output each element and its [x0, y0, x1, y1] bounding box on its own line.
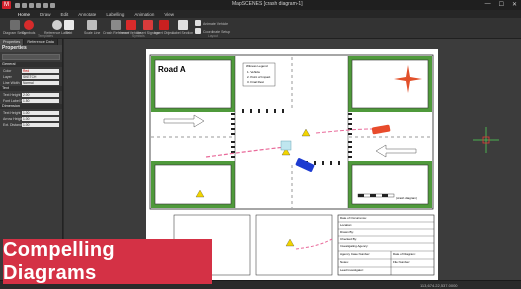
font-label-height-field[interactable]: 1.50 — [22, 98, 59, 103]
property-row: Line Width Normal — [0, 80, 62, 85]
svg-text:Checked By:: Checked By: — [340, 237, 357, 241]
property-row: Layer SKETCH — [0, 74, 62, 79]
scale-line-icon — [87, 20, 98, 30]
property-row: Text Height 1.00 — [0, 110, 62, 115]
svg-text:Date of Diagram:: Date of Diagram: — [393, 252, 416, 256]
coordinates-readout: 113,674.22,537.0000 — [420, 283, 458, 288]
app-window: M MapSCENES [crash diagram-1] — ☐ ✕ Home… — [0, 0, 521, 289]
label-section-icon — [177, 20, 188, 30]
text-icon — [64, 20, 74, 30]
insert-object-button[interactable]: Insert Object — [154, 20, 174, 35]
app-logo-icon[interactable]: M — [2, 1, 11, 9]
group-label-symbols: Symbols — [132, 34, 145, 38]
print-icon[interactable] — [50, 2, 55, 8]
impact-marker — [280, 140, 292, 151]
text-button[interactable]: Text — [64, 20, 74, 35]
svg-text:Agency Case Number:: Agency Case Number: — [340, 252, 370, 256]
ext-distance-field[interactable]: 1.00 — [22, 122, 59, 127]
section-dimension[interactable]: Dimension — [0, 104, 62, 109]
road-label: Road A — [158, 65, 186, 74]
banner-text: Compelling Diagrams — [3, 238, 115, 284]
arrow-height-field[interactable]: 1.00 — [22, 116, 59, 121]
section-text[interactable]: Text — [0, 86, 62, 91]
thumbnail-2 — [255, 214, 333, 276]
object-icon — [158, 20, 169, 30]
property-row: Text Height 2.00 — [0, 92, 62, 97]
panel-title: Properties — [0, 45, 62, 52]
svg-text:Lead Investigator:: Lead Investigator: — [340, 268, 364, 272]
title-bar: M MapSCENES [crash diagram-1] — ☐ ✕ — [0, 0, 521, 10]
lot-ne — [351, 59, 429, 109]
ribbon: Diagram Setup Symbols Reference Label Te… — [0, 18, 521, 39]
label-section-button[interactable]: Label Section — [172, 20, 193, 35]
tab-view[interactable]: View — [164, 12, 174, 17]
tab-reference-data[interactable]: Reference Data — [24, 39, 58, 45]
line-width-field[interactable]: Normal — [22, 80, 59, 85]
section-general[interactable]: General — [0, 62, 62, 67]
symbols-icon — [23, 20, 34, 30]
color-field[interactable]: Red — [22, 68, 59, 73]
layer-field[interactable]: SKETCH — [22, 74, 59, 79]
crosshair-cursor-icon — [473, 127, 499, 153]
reference-label-icon — [51, 20, 62, 30]
maximize-button[interactable]: ☐ — [499, 1, 504, 8]
svg-text:File Number:: File Number: — [393, 260, 410, 264]
tab-home[interactable]: Home — [18, 12, 30, 17]
tab-annotate[interactable]: Annotate — [78, 12, 96, 17]
property-row: Ext. Distance 1.00 — [0, 122, 62, 127]
lot-sw — [154, 164, 232, 205]
open-file-icon[interactable] — [22, 2, 27, 8]
quick-access-toolbar — [15, 2, 55, 8]
close-button[interactable]: ✕ — [512, 1, 517, 8]
diagram-setup-icon — [9, 20, 20, 30]
scale-line-button[interactable]: Scale Line — [84, 20, 100, 35]
svg-text:Notes:: Notes: — [340, 260, 349, 264]
svg-text:Date of Occurrence:: Date of Occurrence: — [340, 216, 367, 220]
tab-animation[interactable]: Animation — [134, 12, 154, 17]
minimize-button[interactable]: — — [485, 1, 491, 8]
svg-text:Drawn By:: Drawn By: — [340, 230, 354, 234]
svg-text:2. Point of Impact: 2. Point of Impact — [247, 75, 271, 79]
new-file-icon[interactable] — [15, 2, 20, 8]
svg-text:Location:: Location: — [340, 223, 352, 227]
tab-edit[interactable]: Edit — [61, 12, 69, 17]
window-title: MapSCENES [crash diagram-1] — [232, 1, 303, 7]
property-row: Color Red — [0, 68, 62, 73]
animate-vehicle-button[interactable]: Animate Vehicle — [195, 20, 228, 26]
redo-icon[interactable] — [43, 2, 48, 8]
vehicle-icon — [125, 20, 136, 30]
coordinate-icon — [195, 28, 201, 34]
group-label-layout: Layout — [208, 34, 218, 38]
signage-icon — [143, 20, 154, 30]
property-row: Arrow Height 1.00 — [0, 116, 62, 121]
diagram-label: (crash diagram) — [396, 196, 417, 200]
window-controls: — ☐ ✕ — [485, 1, 517, 8]
property-row: Font Label Height 1.50 — [0, 98, 62, 103]
property-search-input[interactable] — [2, 54, 60, 60]
svg-text:Witness Legend: Witness Legend — [246, 64, 268, 68]
save-icon[interactable] — [29, 2, 34, 8]
menu-bar: Home Draw Edit Annotate Labelling Animat… — [0, 10, 521, 18]
svg-text:Investigating Agency:: Investigating Agency: — [340, 244, 369, 248]
dim-text-height-field[interactable]: 1.00 — [22, 110, 59, 115]
tab-draw[interactable]: Draw — [40, 12, 51, 17]
tab-labelling[interactable]: Labelling — [106, 12, 124, 17]
svg-text:3. Final Rest: 3. Final Rest — [247, 80, 264, 84]
animate-icon — [195, 20, 201, 26]
promo-banner: Compelling Diagrams — [3, 239, 212, 284]
text-height-field[interactable]: 2.00 — [22, 92, 59, 97]
symbols-button[interactable]: Symbols — [22, 20, 35, 35]
undo-icon[interactable] — [36, 2, 41, 8]
svg-text:1. Vehicle: 1. Vehicle — [247, 70, 260, 74]
group-label-templates: Templates — [38, 34, 54, 38]
scale-bar — [357, 193, 395, 198]
